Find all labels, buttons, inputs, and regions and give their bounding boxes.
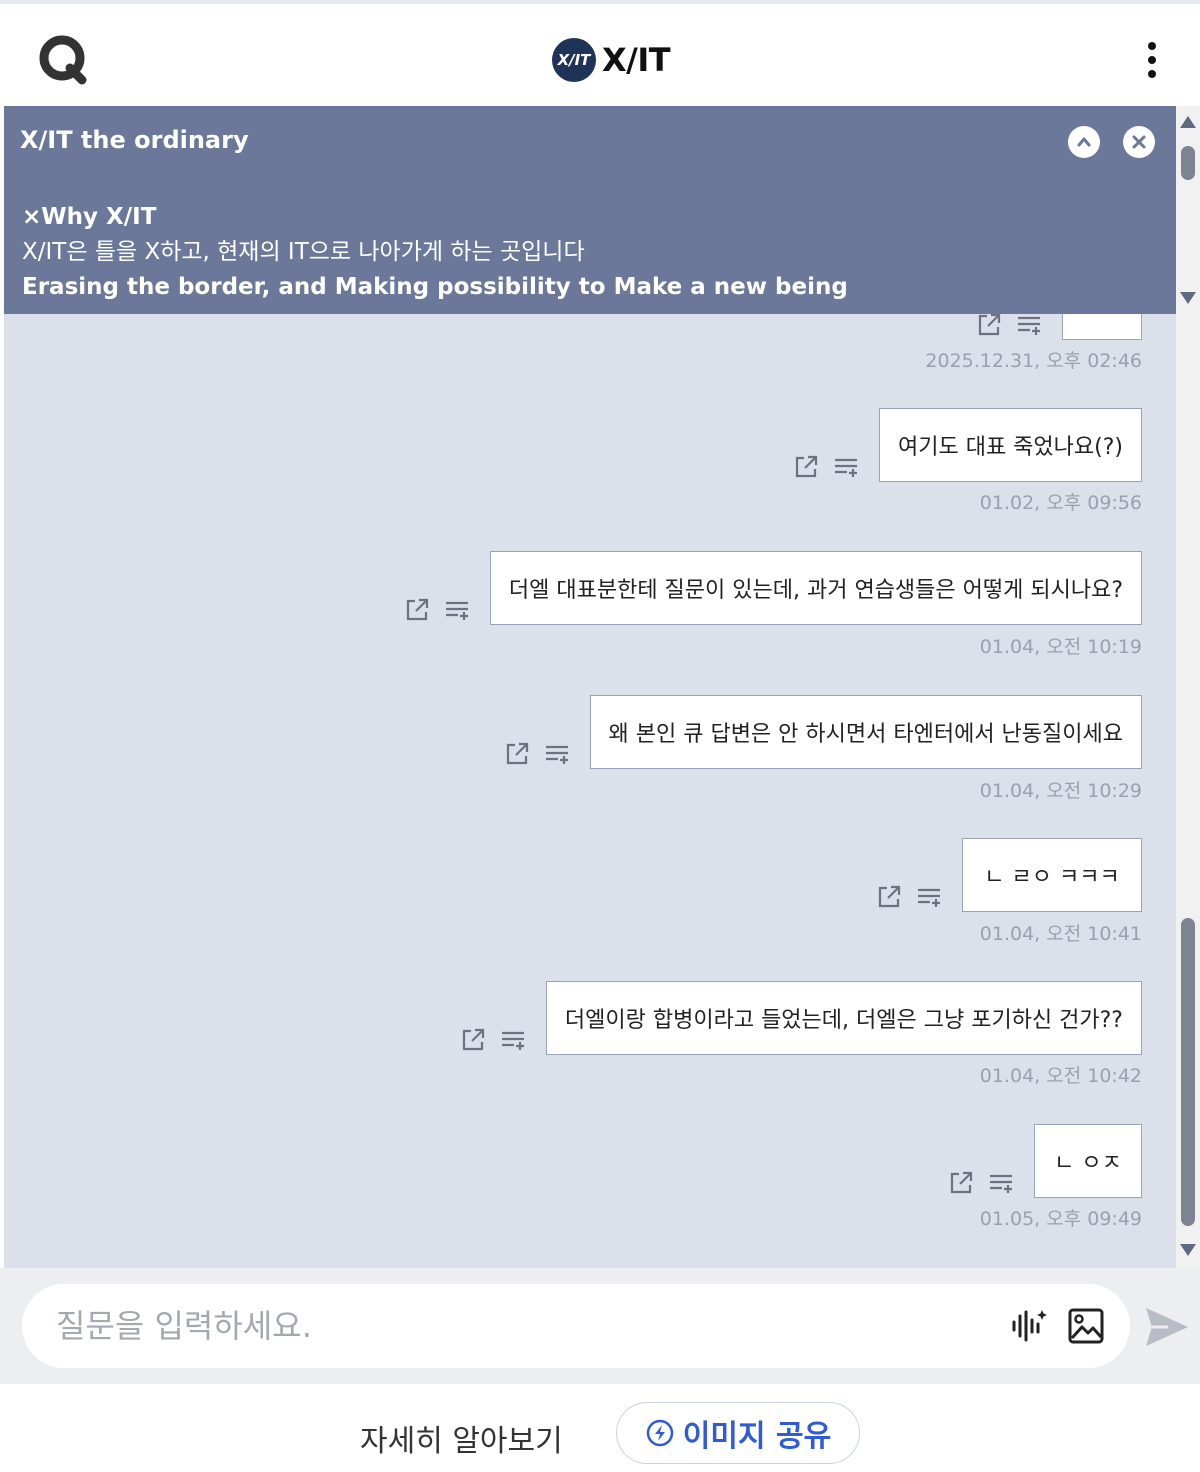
notice-line: ×Why X/IT (22, 204, 157, 230)
add-list-icon[interactable] (1016, 312, 1042, 338)
add-list-icon[interactable] (444, 597, 470, 623)
share-image-button[interactable]: 이미지 공유 (616, 1402, 860, 1464)
open-external-icon[interactable] (404, 597, 430, 623)
message-actions (460, 1027, 526, 1053)
question-input[interactable] (56, 1304, 956, 1348)
message-row: 더엘 대표분한테 질문이 있는데, 과거 연습생들은 어떻게 되시나요? (404, 551, 1142, 625)
q-logo-icon[interactable] (38, 34, 90, 86)
message-actions (876, 884, 942, 910)
notice-title: X/IT the ordinary (20, 126, 249, 154)
message-bubble: 여기도 대표 죽었나요(?) (879, 408, 1142, 482)
message-row: ㄴ ㄹㅇ ㅋㅋㅋ (876, 838, 1142, 912)
brand: X/IT X/IT (552, 36, 671, 84)
learn-more-link[interactable]: 자세히 알아보기 (360, 1416, 563, 1460)
message-time: 2025.12.31, 오후 02:46 (925, 350, 1142, 372)
question-input-box (22, 1284, 1130, 1368)
collapse-button[interactable] (1068, 126, 1100, 158)
message-actions (976, 312, 1042, 338)
composer (0, 1268, 1200, 1384)
message-actions (793, 454, 859, 480)
close-button[interactable] (1123, 126, 1155, 158)
open-external-icon[interactable] (876, 884, 902, 910)
notice-banner: X/IT the ordinary ×Why X/IT X/IT은 틀을 X하고… (4, 106, 1176, 314)
share-image-label: 이미지 공유 (682, 1419, 832, 1454)
notice-scroll-down-arrow-icon[interactable] (1180, 292, 1196, 304)
message-bubble: ㄴ ㅇㅈ (1034, 1124, 1142, 1198)
add-list-icon[interactable] (988, 1170, 1014, 1196)
scrollbar[interactable] (1176, 106, 1200, 1268)
send-icon[interactable] (1144, 1306, 1190, 1348)
message-row: 더엘이랑 합병이라고 들었는데, 더엘은 그냥 포기하신 건가?? (460, 981, 1142, 1055)
scroll-thumb[interactable] (1181, 918, 1195, 1226)
notice-line: Erasing the border, and Making possibili… (22, 274, 848, 300)
message-time: 01.04, 오전 10:19 (979, 636, 1142, 658)
open-external-icon[interactable] (976, 312, 1002, 338)
app-header: X/IT X/IT (0, 0, 1200, 106)
scroll-down-arrow-icon[interactable] (1180, 1244, 1196, 1256)
lightning-icon (646, 1419, 674, 1447)
notice-line: X/IT은 틀을 X하고, 현재의 IT으로 나아가게 하는 곳입니다 (22, 239, 585, 265)
close-icon (1132, 135, 1146, 149)
message-row: ㄴ ㅇㅈ (948, 1124, 1142, 1198)
message-actions (504, 741, 570, 767)
open-external-icon[interactable] (460, 1027, 486, 1053)
brand-badge-icon: X/IT (552, 38, 596, 82)
add-list-icon[interactable] (833, 454, 859, 480)
message-time: 01.04, 오전 10:29 (979, 780, 1142, 802)
notice-body: ×Why X/IT X/IT은 틀을 X하고, 현재의 IT으로 나아가게 하는… (22, 200, 848, 305)
add-list-icon[interactable] (916, 884, 942, 910)
image-upload-icon[interactable] (1066, 1306, 1106, 1346)
scroll-up-arrow-icon[interactable] (1180, 116, 1196, 128)
add-list-icon[interactable] (544, 741, 570, 767)
chat-area: 2025.12.31, 오후 02:46 여기도 대표 죽었나요(?) 01.0… (4, 106, 1176, 1268)
message-bubble: 더엘이랑 합병이라고 들었는데, 더엘은 그냥 포기하신 건가?? (545, 981, 1142, 1055)
footer: 자세히 알아보기 이미지 공유 (0, 1384, 1200, 1472)
message-row: 여기도 대표 죽었나요(?) (793, 408, 1142, 482)
message-bubble: 더엘 대표분한테 질문이 있는데, 과거 연습생들은 어떻게 되시나요? (489, 551, 1142, 625)
open-external-icon[interactable] (948, 1170, 974, 1196)
notice-scroll-thumb[interactable] (1181, 146, 1195, 180)
message-time: 01.04, 오전 10:42 (979, 1065, 1142, 1087)
voice-input-icon[interactable] (1008, 1306, 1048, 1346)
open-external-icon[interactable] (504, 741, 530, 767)
open-external-icon[interactable] (793, 454, 819, 480)
message-row: 왜 본인 큐 답변은 안 하시면서 타엔터에서 난동질이세요 (504, 695, 1142, 769)
message-bubble: 왜 본인 큐 답변은 안 하시면서 타엔터에서 난동질이세요 (589, 695, 1142, 769)
message-actions (948, 1170, 1014, 1196)
message-time: 01.02, 오후 09:56 (979, 492, 1142, 514)
message-time: 01.05, 오후 09:49 (979, 1208, 1142, 1230)
message-time: 01.04, 오전 10:41 (979, 923, 1142, 945)
message-bubble: ㄴ ㄹㅇ ㅋㅋㅋ (962, 838, 1142, 912)
more-menu-icon[interactable] (1138, 38, 1166, 82)
add-list-icon[interactable] (500, 1027, 526, 1053)
message-actions (404, 597, 470, 623)
brand-name: X/IT (602, 41, 671, 79)
chevron-up-icon (1077, 137, 1091, 147)
